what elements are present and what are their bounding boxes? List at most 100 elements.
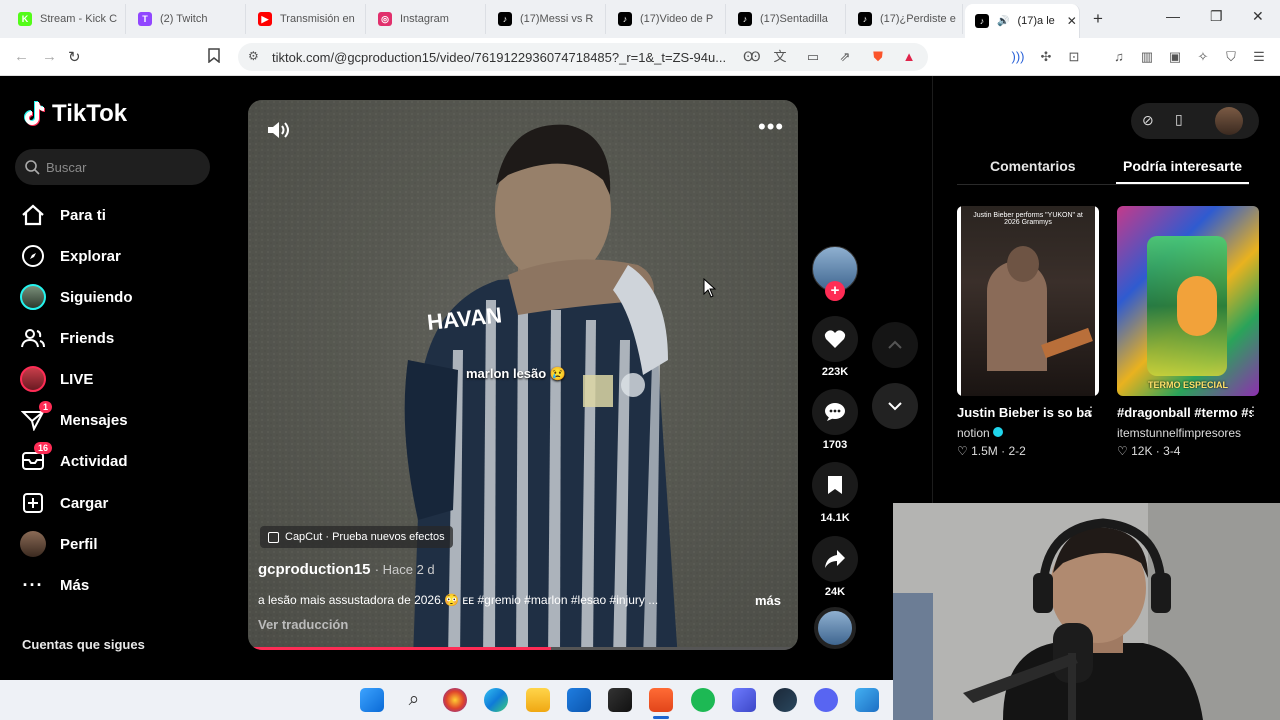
windows-start-icon[interactable] [360, 688, 384, 712]
video-author[interactable]: gcproduction15 · Hace 2 d [258, 561, 435, 578]
search-icon [25, 159, 40, 175]
browser-tab[interactable]: ♪ (17)¿Perdiste e [848, 4, 963, 34]
translate-icon[interactable]: 文 [772, 49, 788, 65]
windows-taskbar: ⌕ [0, 680, 893, 720]
new-tab-button[interactable]: + [1093, 9, 1103, 29]
site-info-icon[interactable]: ⚙ [248, 49, 259, 63]
leo-ai-icon[interactable]: ✧ [1195, 49, 1211, 65]
tiktok-logo[interactable]: TikTok [22, 100, 127, 128]
share-icon[interactable]: ⇗ [837, 49, 853, 65]
sidebar-item-actividad[interactable]: 16 Actividad [20, 442, 128, 474]
photos-icon[interactable] [855, 688, 879, 712]
translate-link[interactable]: Ver traducción [258, 617, 348, 632]
sidebar-item-explorar[interactable]: Explorar [20, 243, 121, 269]
capcut-badge[interactable]: CapCut · Prueba nuevos efectos [260, 526, 453, 548]
card-title[interactable]: #dragonball #termo #shenlon... [1117, 402, 1252, 424]
recommended-card[interactable]: Justin Bieber performs "YUKON" at 2026 G… [957, 206, 1099, 458]
steam-icon[interactable] [773, 688, 797, 712]
sidebar-toggle-icon[interactable]: ▥ [1139, 49, 1155, 65]
sidebar-item-siguiendo[interactable]: Siguiendo [20, 284, 133, 310]
forward-icon[interactable]: → [42, 48, 57, 65]
search-input[interactable]: Buscar [15, 149, 210, 185]
close-window-icon[interactable]: ✕ [1252, 8, 1264, 25]
brave-shield-icon[interactable]: ⛊ [870, 49, 886, 65]
browser-tab[interactable]: ▶ Transmisión en [248, 4, 366, 34]
creator-avatar[interactable]: + [812, 246, 858, 301]
reload-icon[interactable]: ↻ [68, 48, 81, 66]
search-taskbar-icon[interactable]: ⌕ [402, 688, 426, 712]
share-action[interactable]: 24K [812, 536, 858, 598]
more-button[interactable]: más [755, 593, 781, 608]
url-field[interactable]: ⚙ tiktok.com/@gcproduction15/video/76191… [238, 43, 928, 71]
browser-tab[interactable]: ♪ (17)Video de P [608, 4, 726, 34]
user-avatar[interactable] [1215, 107, 1243, 135]
browser-tab[interactable]: ♪ (17)Messi vs R [488, 4, 606, 34]
sidebar-item-perfil[interactable]: Perfil [20, 531, 98, 557]
wallet-icon[interactable]: ▣ [1167, 49, 1183, 65]
sidebar-item-live[interactable]: LIVE [20, 366, 93, 392]
bookmark-save-icon[interactable] [812, 462, 858, 508]
screenshot-icon[interactable]: ⊡ [1066, 49, 1082, 65]
browser-tab[interactable]: K Stream - Kick C [8, 4, 126, 34]
file-explorer-icon[interactable] [526, 688, 550, 712]
minimize-icon[interactable]: — [1166, 8, 1180, 24]
heart-icon[interactable] [812, 316, 858, 362]
sidebar-item-friends[interactable]: Friends [20, 325, 114, 351]
save-action[interactable]: 14.1K [812, 462, 858, 524]
follow-plus-icon[interactable]: + [825, 281, 845, 301]
card-username[interactable]: itemstunnelfimpresores [1117, 426, 1259, 440]
app-icon[interactable] [732, 688, 756, 712]
discord-icon[interactable] [814, 688, 838, 712]
video-progress-bar[interactable] [248, 647, 798, 650]
spotify-icon[interactable] [691, 688, 715, 712]
tab-recommended[interactable]: Podría interesarte [1123, 158, 1242, 174]
video-options-icon[interactable]: ••• [758, 116, 784, 138]
browser-tab[interactable]: T (2) Twitch [128, 4, 246, 34]
card-thumbnail[interactable]: TERMO ESPECIAL [1117, 206, 1259, 396]
brave-icon[interactable] [649, 688, 673, 712]
share-arrow-icon[interactable] [812, 536, 858, 582]
sidebar-item-cargar[interactable]: Cargar [20, 490, 108, 516]
card-username[interactable]: notion [957, 426, 1099, 440]
recommended-card[interactable]: TERMO ESPECIAL #dragonball #termo #shenl… [1117, 206, 1259, 458]
comment-action[interactable]: 1703 [812, 389, 858, 451]
brave-rewards-icon[interactable]: ▲ [901, 49, 917, 65]
sidebar-item-mensajes[interactable]: 1 Mensajes [20, 401, 128, 433]
close-tab-icon[interactable]: ✕ [1067, 14, 1077, 28]
card-title[interactable]: Justin Bieber is so back. With his... [957, 402, 1092, 424]
comment-icon[interactable] [812, 389, 858, 435]
browser-tab[interactable]: ♪ 🔊 (17)a le ✕ [965, 4, 1080, 38]
card-options-icon[interactable]: ⋮ [1247, 404, 1259, 418]
music-disc[interactable] [812, 607, 858, 649]
back-icon[interactable]: ← [14, 48, 29, 65]
edge-icon[interactable] [484, 688, 508, 712]
browser-tab[interactable]: ◎ Instagram [368, 4, 486, 34]
activity-icon: 16 [20, 442, 52, 474]
video-player[interactable]: HAVAN ••• marlon lesão 😢 CapCut · Prueba… [248, 100, 798, 650]
media-icon[interactable]: ♫ [1111, 49, 1127, 65]
sidebar-item-para-ti[interactable]: Para ti [20, 202, 106, 228]
install-app-icon[interactable]: ▭ [805, 49, 821, 65]
browser-tab[interactable]: ♪ (17)Sentadilla [728, 4, 846, 34]
card-thumbnail[interactable]: Justin Bieber performs "YUKON" at 2026 G… [957, 206, 1099, 396]
next-video-button[interactable] [872, 383, 918, 429]
voice-icon[interactable]: ))) [1010, 49, 1026, 65]
compass-small-icon[interactable]: ⊘ [1142, 112, 1154, 129]
restore-icon[interactable]: ❐ [1210, 8, 1223, 25]
translate-off-icon[interactable]: Ꙭ [743, 49, 761, 65]
sidebar-item-m-s[interactable]: ··· Más [20, 572, 90, 598]
app-icon[interactable] [443, 688, 467, 712]
menu-icon[interactable]: ☰ [1251, 49, 1267, 65]
volume-icon[interactable] [266, 120, 290, 145]
extensions-icon[interactable]: ✣ [1038, 49, 1054, 65]
previous-video-button[interactable] [872, 322, 918, 368]
vpn-icon[interactable]: ⛉ [1223, 49, 1239, 65]
sticky-notes-icon[interactable] [608, 688, 632, 712]
tab-audio-icon[interactable]: 🔊 [997, 16, 1009, 27]
tab-comments[interactable]: Comentarios [990, 158, 1076, 174]
like-action[interactable]: 223K [812, 316, 858, 378]
device-icon[interactable]: ▯ [1175, 111, 1183, 128]
bookmark-icon[interactable] [208, 48, 220, 67]
card-options-icon[interactable]: ⋮ [1085, 404, 1097, 418]
store-icon[interactable] [567, 688, 591, 712]
